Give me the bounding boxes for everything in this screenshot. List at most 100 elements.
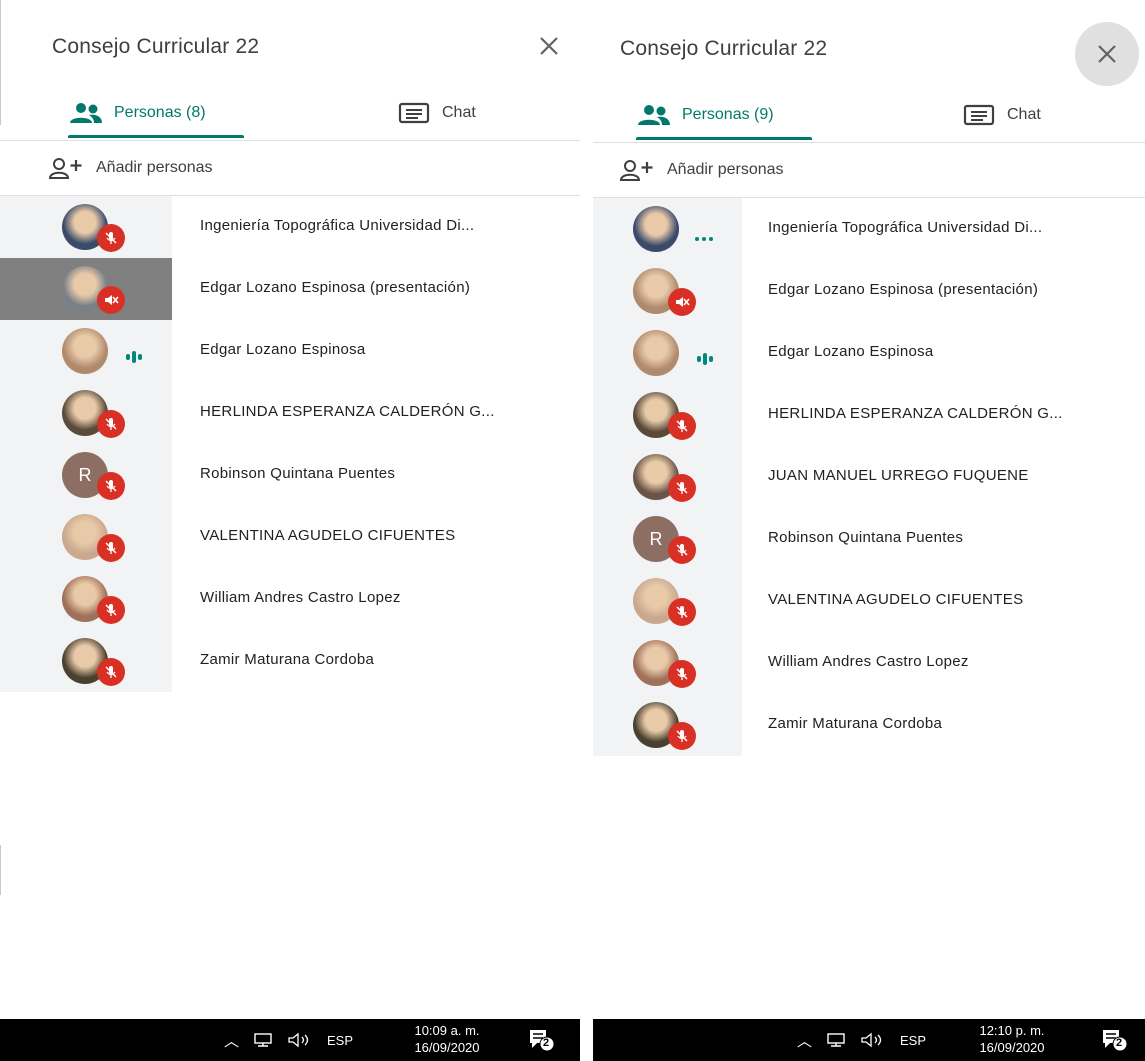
participant-name: Ingeniería Topográfica Universidad Di... (200, 217, 475, 234)
mic-muted-icon (668, 722, 696, 750)
system-tray: ︿ ESP (797, 1019, 926, 1061)
people-icon (638, 105, 670, 125)
mic-muted-icon (97, 472, 125, 500)
notification-button[interactable]: 2 (1101, 1028, 1128, 1052)
participant-row[interactable]: Zamir Maturana Cordoba (593, 694, 1145, 756)
add-people-label: Añadir personas (667, 161, 784, 178)
speaker-muted-icon (97, 286, 125, 314)
taskbar: ︿ ESP 10:09 a. m. 16/09/2020 2 (0, 1019, 580, 1061)
notification-icon (1103, 1030, 1128, 1052)
participant-name: William Andres Castro Lopez (200, 589, 401, 606)
system-tray: ︿ ESP (224, 1019, 353, 1061)
tab-chat[interactable]: Chat (963, 90, 1041, 140)
mic-muted-icon (668, 598, 696, 626)
participant-row[interactable]: Ingeniería Topográfica Universidad Di... (593, 198, 1145, 260)
connecting-icon (695, 237, 713, 241)
participant-row[interactable]: Zamir Maturana Cordoba (0, 630, 580, 692)
add-person-icon (48, 158, 82, 179)
chevron-up-icon[interactable]: ︿ (224, 1030, 239, 1051)
close-icon (1098, 45, 1116, 63)
close-icon (540, 37, 558, 55)
participant-row[interactable]: William Andres Castro Lopez (593, 632, 1145, 694)
mic-muted-icon (97, 658, 125, 686)
participant-row[interactable]: R Robinson Quintana Puentes (0, 444, 580, 506)
mic-muted-icon (668, 412, 696, 440)
clock[interactable]: 12:10 p. m. 16/09/2020 (957, 1022, 1067, 1056)
participant-name: Zamir Maturana Cordoba (768, 715, 943, 732)
taskbar: ︿ ESP 12:10 p. m. 16/09/2020 2 (593, 1019, 1145, 1061)
mic-muted-icon (668, 536, 696, 564)
network-icon[interactable] (826, 1032, 846, 1048)
participant-row[interactable]: Ingeniería Topográfica Universidad Di... (0, 196, 580, 258)
tab-people-label: Personas (9) (682, 106, 774, 123)
participant-name: Ingeniería Topográfica Universidad Di... (768, 219, 1043, 236)
volume-icon[interactable] (860, 1032, 886, 1048)
participant-row[interactable]: JUAN MANUEL URREGO FUQUENE (593, 446, 1145, 508)
participant-name: HERLINDA ESPERANZA CALDERÓN G... (768, 405, 1063, 422)
tab-bar: Personas (8) Chat (0, 88, 580, 138)
speaking-indicator-icon (126, 351, 142, 363)
mic-muted-icon (97, 596, 125, 624)
speaker-muted-icon (668, 288, 696, 316)
participant-list: Ingeniería Topográfica Universidad Di...… (0, 196, 580, 692)
meeting-title: Consejo Curricular 22 (52, 35, 260, 58)
mic-muted-icon (97, 534, 125, 562)
participant-row[interactable]: Edgar Lozano Espinosa (presentación) (0, 258, 580, 320)
participant-name: HERLINDA ESPERANZA CALDERÓN G... (200, 403, 495, 420)
language-indicator[interactable]: ESP (327, 1033, 353, 1048)
avatar (633, 206, 679, 252)
tab-people[interactable]: Personas (9) (636, 90, 812, 140)
avatar (62, 328, 108, 374)
chat-icon (398, 102, 430, 124)
avatar-letter: R (649, 528, 663, 549)
clock[interactable]: 10:09 a. m. 16/09/2020 (392, 1022, 502, 1056)
left-meeting-panel: Consejo Curricular 22 Personas (8) Chat … (0, 0, 580, 1061)
participant-name: Edgar Lozano Espinosa (200, 341, 366, 358)
notification-button[interactable]: 2 (528, 1028, 555, 1052)
participant-name: JUAN MANUEL URREGO FUQUENE (768, 467, 1029, 484)
tab-chat[interactable]: Chat (398, 88, 476, 138)
window-edge (0, 845, 1, 895)
participant-row[interactable]: Edgar Lozano Espinosa (presentación) (593, 260, 1145, 322)
chevron-up-icon[interactable]: ︿ (797, 1030, 812, 1051)
participant-row[interactable]: VALENTINA AGUDELO CIFUENTES (593, 570, 1145, 632)
mic-muted-icon (97, 410, 125, 438)
notification-count: 2 (543, 1037, 550, 1049)
active-tab-indicator (68, 135, 244, 138)
panel-divider (580, 0, 593, 1061)
people-icon (70, 103, 102, 123)
participant-row[interactable]: HERLINDA ESPERANZA CALDERÓN G... (0, 382, 580, 444)
meeting-title: Consejo Curricular 22 (620, 37, 828, 60)
chat-icon (963, 104, 995, 126)
participant-name: VALENTINA AGUDELO CIFUENTES (200, 527, 456, 544)
participant-name: William Andres Castro Lopez (768, 653, 969, 670)
participant-row[interactable]: R Robinson Quintana Puentes (593, 508, 1145, 570)
tab-people[interactable]: Personas (8) (68, 88, 244, 138)
close-button[interactable] (1075, 22, 1139, 86)
mic-muted-icon (668, 660, 696, 688)
participant-name: Edgar Lozano Espinosa (presentación) (768, 281, 1039, 298)
add-people-button[interactable]: Añadir personas (593, 142, 1145, 198)
clock-time: 12:10 p. m. (979, 1023, 1045, 1038)
close-button[interactable] (523, 20, 575, 72)
volume-icon[interactable] (287, 1032, 313, 1048)
participant-name: Edgar Lozano Espinosa (presentación) (200, 279, 471, 296)
active-tab-indicator (636, 137, 812, 140)
notification-count: 2 (1116, 1037, 1123, 1049)
participant-row[interactable]: Edgar Lozano Espinosa (593, 322, 1145, 384)
participant-list: Ingeniería Topográfica Universidad Di...… (593, 198, 1145, 756)
panel-header: Consejo Curricular 22 (0, 0, 580, 95)
mic-muted-icon (668, 474, 696, 502)
participant-row[interactable]: William Andres Castro Lopez (0, 568, 580, 630)
participant-row[interactable]: Edgar Lozano Espinosa (0, 320, 580, 382)
add-people-button[interactable]: Añadir personas (0, 140, 580, 196)
participant-row[interactable]: HERLINDA ESPERANZA CALDERÓN G... (593, 384, 1145, 446)
participant-name: VALENTINA AGUDELO CIFUENTES (768, 591, 1024, 608)
participant-row[interactable]: VALENTINA AGUDELO CIFUENTES (0, 506, 580, 568)
language-indicator[interactable]: ESP (900, 1033, 926, 1048)
panel-header: Consejo Curricular 22 (593, 0, 1145, 95)
speaking-indicator-icon (697, 353, 713, 365)
clock-date: 16/09/2020 (979, 1040, 1045, 1055)
network-icon[interactable] (253, 1032, 273, 1048)
participant-name: Edgar Lozano Espinosa (768, 343, 934, 360)
